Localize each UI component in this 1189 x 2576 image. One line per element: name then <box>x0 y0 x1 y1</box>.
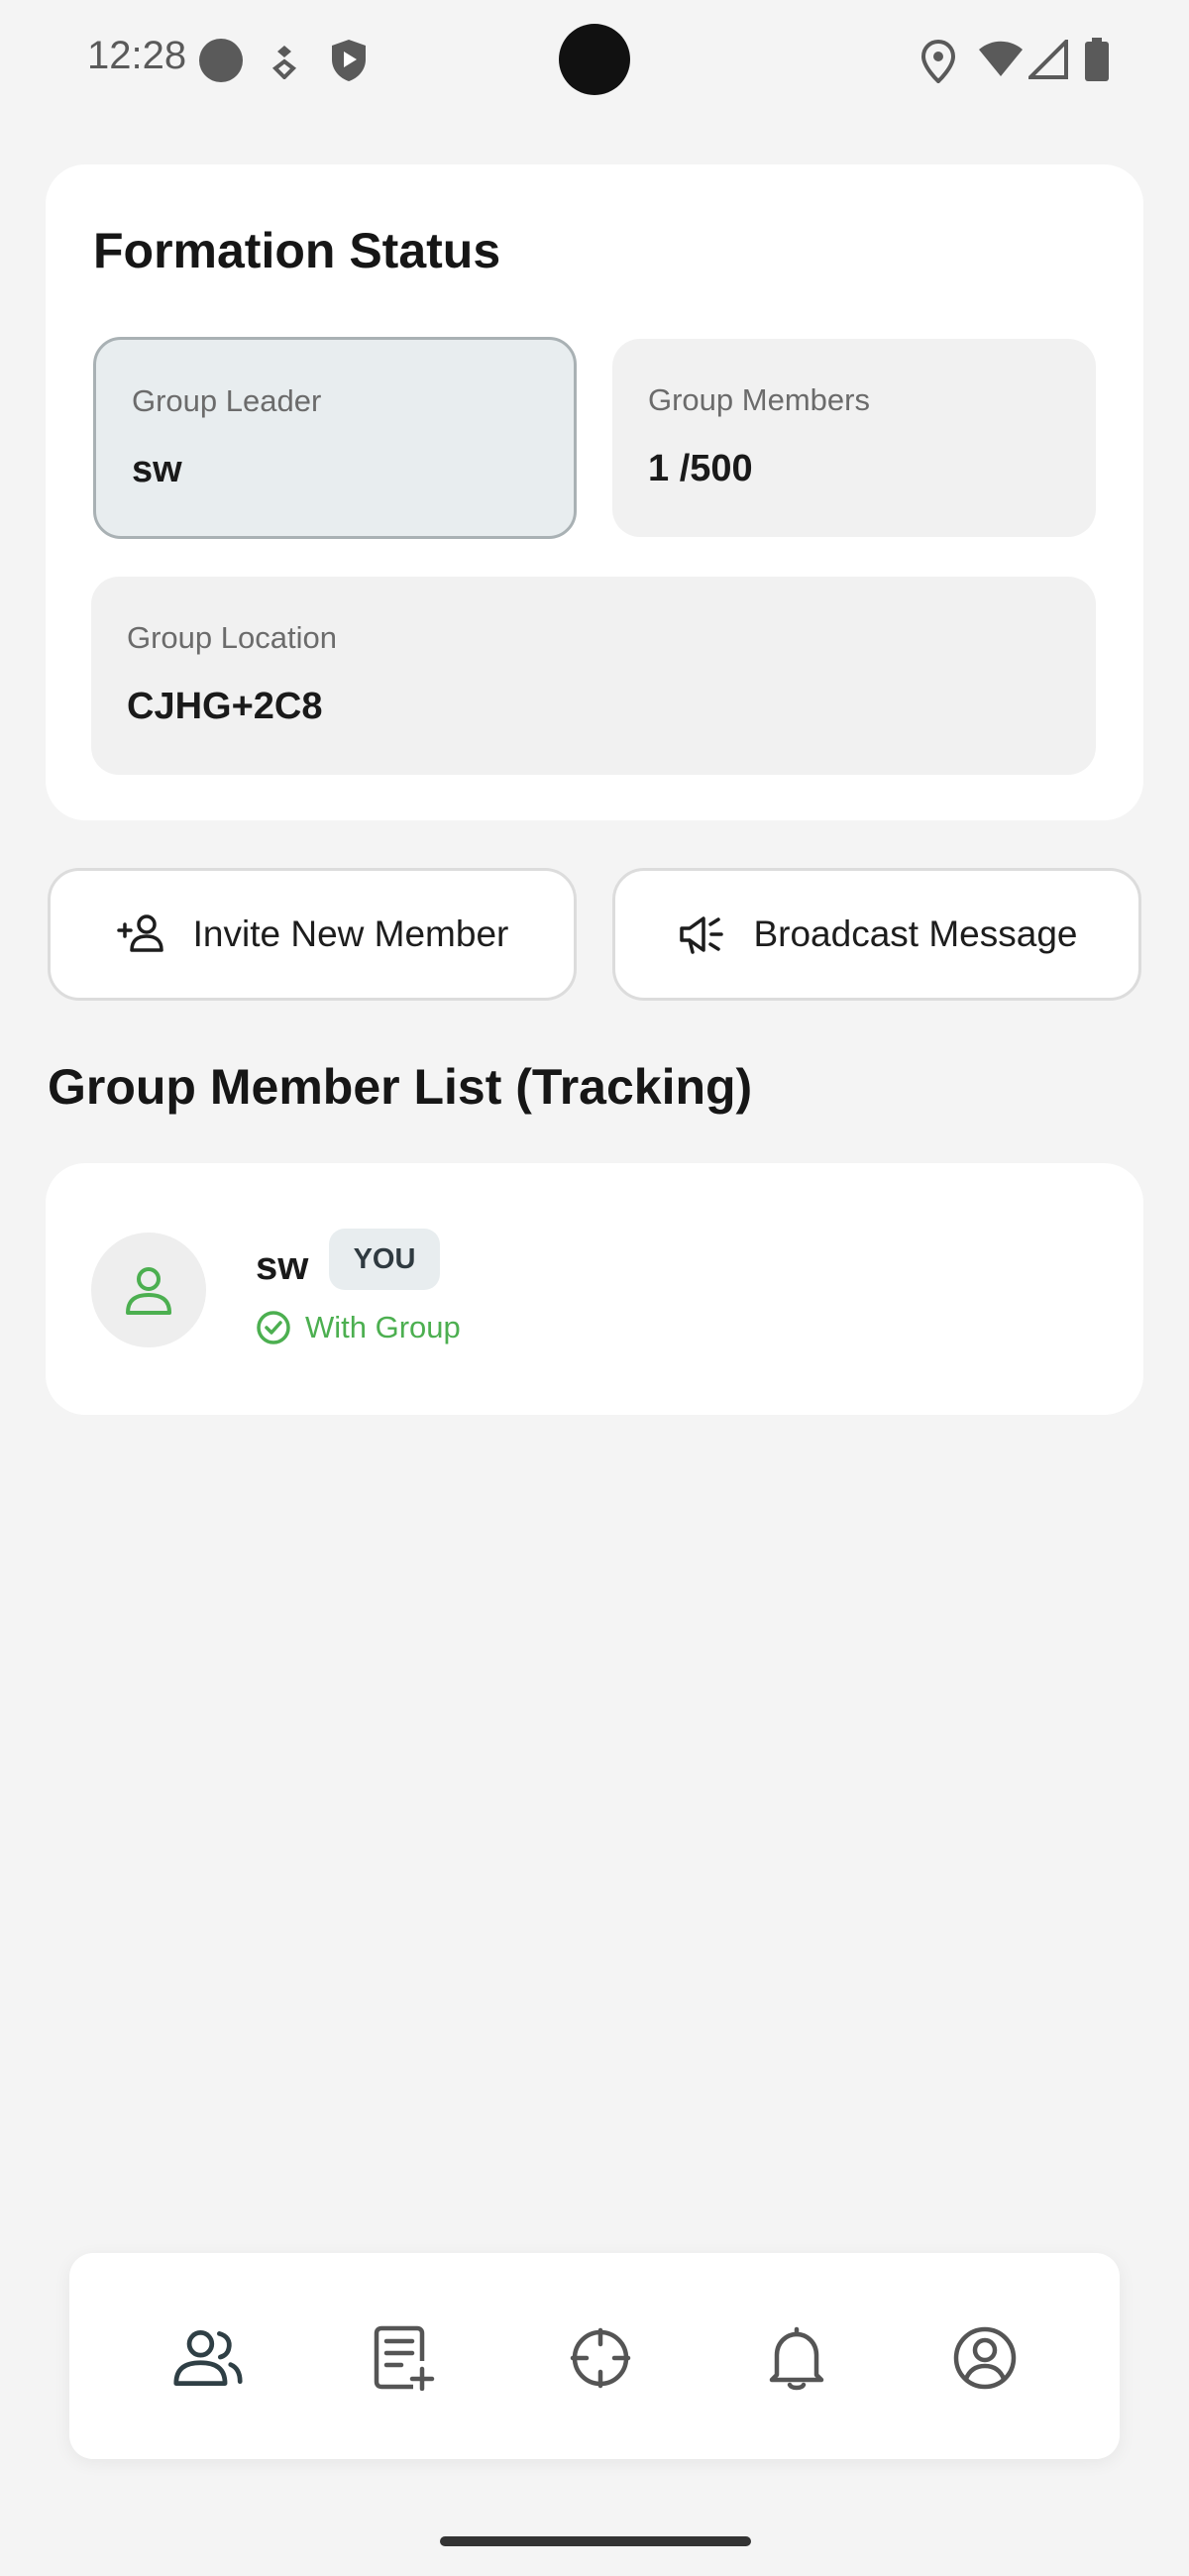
group-leader-value: sw <box>132 449 182 490</box>
group-icon <box>173 2330 243 2386</box>
location-icon <box>921 40 955 83</box>
group-leader-tile: Group Leader sw <box>93 337 577 539</box>
broadcast-message-button[interactable]: Broadcast Message <box>612 868 1141 1001</box>
megaphone-icon <box>680 916 724 954</box>
group-members-tile: Group Members 1 /500 <box>612 339 1096 537</box>
member-name: sw <box>256 1244 309 1288</box>
nav-item-add-note[interactable] <box>369 2322 440 2394</box>
invite-new-member-button[interactable]: Invite New Member <box>48 868 577 1001</box>
account-circle-icon <box>953 2326 1017 2390</box>
invite-new-member-label: Invite New Member <box>192 913 509 954</box>
list-item[interactable]: sw YOU With Group <box>46 1163 1143 1415</box>
check-circle-icon <box>257 1311 290 1344</box>
wifi-icon <box>979 41 1023 76</box>
member-status: With Group <box>256 1310 461 1345</box>
crosshair-icon <box>570 2327 631 2389</box>
bell-icon <box>769 2326 824 2391</box>
group-leader-label: Group Leader <box>132 383 322 418</box>
person-icon <box>126 1267 171 1315</box>
status-bar: 12:28 <box>0 0 1189 119</box>
battery-icon <box>1085 38 1109 81</box>
nav-item-locate[interactable] <box>565 2322 636 2394</box>
home-indicator[interactable] <box>440 2536 751 2546</box>
group-location-tile: Group Location CJHG+2C8 <box>91 577 1096 775</box>
formation-status-title: Formation Status <box>93 223 501 278</box>
avatar <box>91 1233 206 1347</box>
nav-item-notifications[interactable] <box>761 2322 832 2394</box>
group-location-label: Group Location <box>127 620 337 655</box>
group-members-label: Group Members <box>648 382 870 417</box>
broadcast-message-label: Broadcast Message <box>753 913 1078 954</box>
you-badge: YOU <box>329 1229 440 1290</box>
camera-cutout <box>559 24 630 95</box>
notification-icon <box>271 46 297 79</box>
nav-item-group[interactable] <box>172 2322 244 2394</box>
circle-icon <box>199 39 243 82</box>
bottom-nav <box>69 2253 1120 2459</box>
nav-item-profile[interactable] <box>949 2322 1021 2394</box>
group-members-value: 1 /500 <box>648 448 753 489</box>
status-time: 12:28 <box>87 34 187 77</box>
member-status-text: With Group <box>305 1310 461 1344</box>
person-add-icon <box>116 914 163 952</box>
formation-status-card: Formation Status Group Leader sw Group M… <box>46 164 1143 820</box>
group-location-value: CJHG+2C8 <box>127 686 323 727</box>
member-list-title: Group Member List (Tracking) <box>48 1059 753 1115</box>
signal-icon <box>1028 40 1068 79</box>
shield-play-icon <box>332 40 366 81</box>
note-add-icon <box>374 2325 435 2391</box>
